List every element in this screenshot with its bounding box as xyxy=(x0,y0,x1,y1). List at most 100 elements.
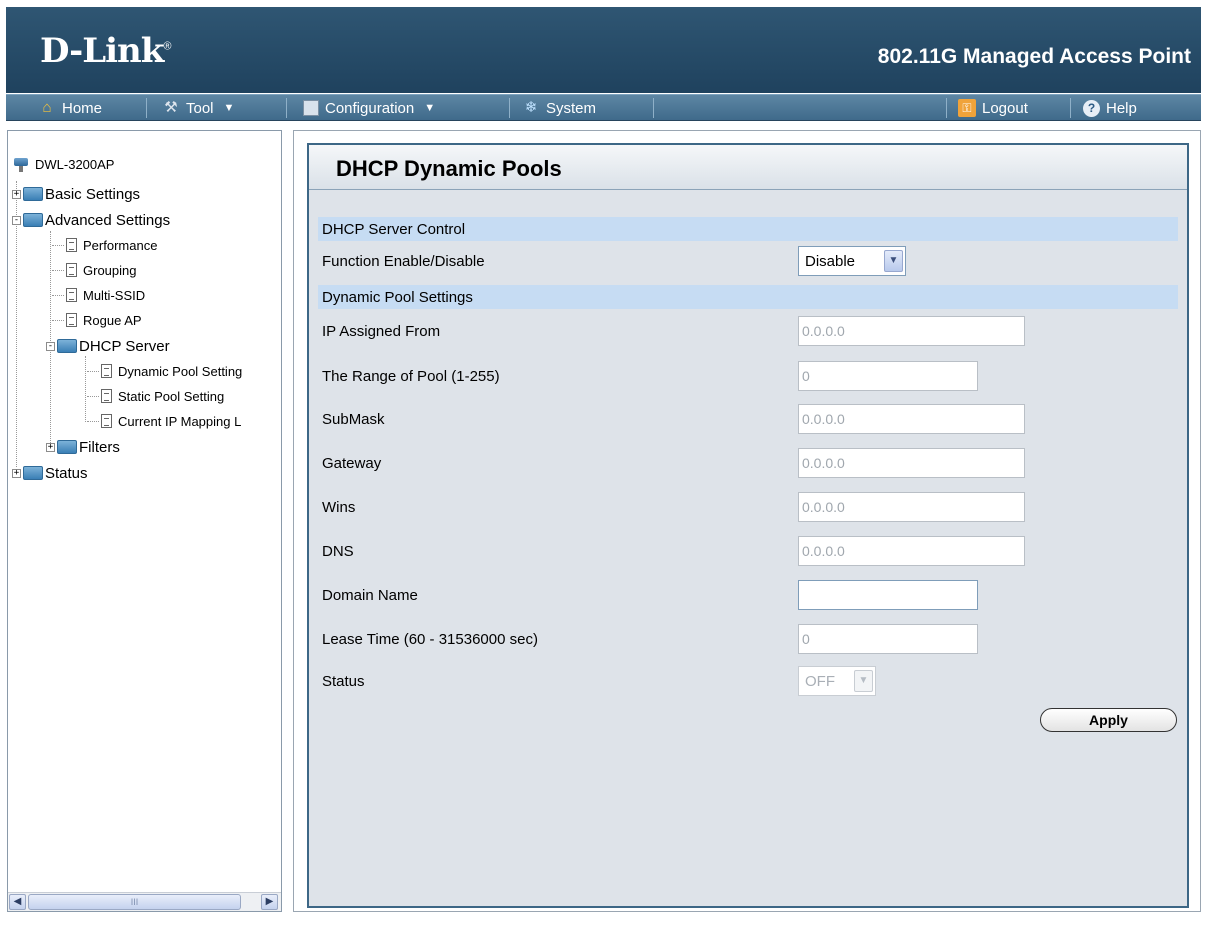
tree-item-dynamic-pool-setting[interactable]: Dynamic Pool Setting xyxy=(87,360,242,382)
dhcp-dynamic-pools-panel: DHCP Dynamic Pools DHCP Server Control F… xyxy=(307,143,1189,908)
content-frame: DHCP Dynamic Pools DHCP Server Control F… xyxy=(293,130,1201,912)
status-label: Status xyxy=(322,673,365,690)
menu-help-label: Help xyxy=(1106,99,1137,117)
dlink-logo: D-Link® xyxy=(40,31,171,71)
help-icon: ? xyxy=(1083,99,1100,117)
tree-label: Multi-SSID xyxy=(83,287,146,303)
scroll-grip: III xyxy=(130,897,139,907)
tree-item-status[interactable]: + Status xyxy=(12,462,88,484)
key-icon: ⚿ xyxy=(958,99,976,117)
tree-item-current-ip-mapping[interactable]: Current IP Mapping L xyxy=(87,410,241,432)
page-icon xyxy=(66,263,77,277)
dns-label: DNS xyxy=(322,543,354,560)
section-dynamic-pool-settings: Dynamic Pool Settings xyxy=(318,285,1178,309)
collapse-icon[interactable]: - xyxy=(12,215,21,225)
access-point-icon xyxy=(14,156,30,172)
page-icon xyxy=(66,238,77,252)
tree-label: Dynamic Pool Setting xyxy=(118,363,243,379)
tree-item-filters[interactable]: + Filters xyxy=(46,436,120,458)
dns-input[interactable]: 0.0.0.0 xyxy=(798,536,1025,566)
gateway-label: Gateway xyxy=(322,455,382,472)
pane-divider[interactable] xyxy=(283,130,293,912)
section-label: DHCP Server Control xyxy=(322,220,466,238)
tree-item-static-pool-setting[interactable]: Static Pool Setting xyxy=(87,385,224,407)
header: D-Link® 802.11G Managed Access Point xyxy=(0,0,1207,94)
status-select[interactable]: OFF ▼ xyxy=(798,666,876,696)
folder-open-icon xyxy=(23,213,43,227)
submask-label: SubMask xyxy=(322,411,385,428)
submask-input[interactable]: 0.0.0.0 xyxy=(798,404,1025,434)
collapse-icon[interactable]: - xyxy=(46,341,55,351)
wins-label: Wins xyxy=(322,499,356,516)
function-enable-value: Disable xyxy=(805,252,856,270)
home-icon: ⌂ xyxy=(42,99,52,116)
menu-system[interactable]: ❄ System xyxy=(522,95,596,121)
folder-open-icon xyxy=(57,339,77,353)
menu-logout[interactable]: ⚿ Logout xyxy=(958,95,1028,121)
scroll-right-icon[interactable]: ▶ xyxy=(261,894,278,910)
menu-configuration[interactable]: Configuration ▼ xyxy=(303,95,435,121)
scroll-thumb[interactable]: III xyxy=(28,894,241,910)
tree-root-label: DWL-3200AP xyxy=(35,156,115,172)
tree-label: Static Pool Setting xyxy=(118,388,225,404)
section-label: Dynamic Pool Settings xyxy=(322,288,473,306)
menu-tool[interactable]: ⚒ Tool ▼ xyxy=(162,95,234,121)
lease-time-label: Lease Time (60 - 31536000 sec) xyxy=(322,631,538,648)
tree-label: DHCP Server xyxy=(79,337,170,355)
chevron-down-icon: ▼ xyxy=(884,250,903,272)
system-icon: ❄ xyxy=(524,99,538,116)
header-band: D-Link® 802.11G Managed Access Point xyxy=(6,7,1201,93)
panel-title-bar: DHCP Dynamic Pools xyxy=(309,145,1187,190)
domain-name-label: Domain Name xyxy=(322,587,418,604)
apply-button[interactable]: Apply xyxy=(1040,708,1177,732)
wins-input[interactable]: 0.0.0.0 xyxy=(798,492,1025,522)
expand-icon[interactable]: + xyxy=(12,468,21,478)
gateway-input[interactable]: 0.0.0.0 xyxy=(798,448,1025,478)
folder-icon xyxy=(23,187,43,201)
tree-item-performance[interactable]: Performance xyxy=(52,234,157,256)
folder-icon xyxy=(57,440,77,454)
lease-time-input[interactable]: 0 xyxy=(798,624,978,654)
menu-help[interactable]: ? Help xyxy=(1083,95,1137,121)
page-icon xyxy=(66,313,77,327)
tree-item-basic-settings[interactable]: + Basic Settings xyxy=(12,183,140,205)
tool-icon: ⚒ xyxy=(164,99,178,116)
domain-name-input[interactable] xyxy=(798,580,978,610)
page-icon xyxy=(101,414,112,428)
chevron-down-icon: ▼ xyxy=(854,670,873,692)
chevron-down-icon: ▼ xyxy=(223,102,235,114)
tree-label: Rogue AP xyxy=(83,312,142,328)
save-disk-icon xyxy=(303,100,319,116)
menu-home[interactable]: ⌂ Home xyxy=(38,95,102,121)
tree-item-grouping[interactable]: Grouping xyxy=(52,259,136,281)
function-enable-label: Function Enable/Disable xyxy=(322,253,485,270)
product-title: 802.11G Managed Access Point xyxy=(877,45,1191,68)
tree-root-device[interactable]: DWL-3200AP xyxy=(14,153,114,175)
tree-label: Advanced Settings xyxy=(45,211,171,229)
tree-label: Grouping xyxy=(83,262,137,278)
navigation-tree: DWL-3200AP + Basic Settings - Advanced S… xyxy=(7,130,282,912)
scroll-left-icon[interactable]: ◀ xyxy=(9,894,26,910)
tree-item-dhcp-server[interactable]: - DHCP Server xyxy=(46,335,170,357)
tree-item-multi-ssid[interactable]: Multi-SSID xyxy=(52,284,145,306)
section-dhcp-server-control: DHCP Server Control xyxy=(318,217,1178,241)
range-of-pool-input[interactable]: 0 xyxy=(798,361,978,391)
function-enable-select[interactable]: Disable ▼ xyxy=(798,246,906,276)
expand-icon[interactable]: + xyxy=(46,442,55,452)
tree-label: Filters xyxy=(79,438,120,456)
tree-item-advanced-settings[interactable]: - Advanced Settings xyxy=(12,209,170,231)
page-icon xyxy=(101,364,112,378)
menu-logout-label: Logout xyxy=(982,99,1028,117)
page-title: DHCP Dynamic Pools xyxy=(336,156,562,181)
ip-assigned-from-input[interactable]: 0.0.0.0 xyxy=(798,316,1025,346)
horizontal-scrollbar[interactable]: ◀ III ▶ xyxy=(8,892,281,911)
status-value: OFF xyxy=(805,672,835,690)
menu-tool-label: Tool xyxy=(186,99,214,117)
expand-icon[interactable]: + xyxy=(12,189,21,199)
tree-item-rogue-ap[interactable]: Rogue AP xyxy=(52,309,142,331)
menu-system-label: System xyxy=(546,99,597,117)
tree-label: Current IP Mapping L xyxy=(118,413,242,429)
tree-label: Performance xyxy=(83,237,158,253)
ip-assigned-from-label: IP Assigned From xyxy=(322,323,441,340)
menu-configuration-label: Configuration xyxy=(325,99,415,117)
